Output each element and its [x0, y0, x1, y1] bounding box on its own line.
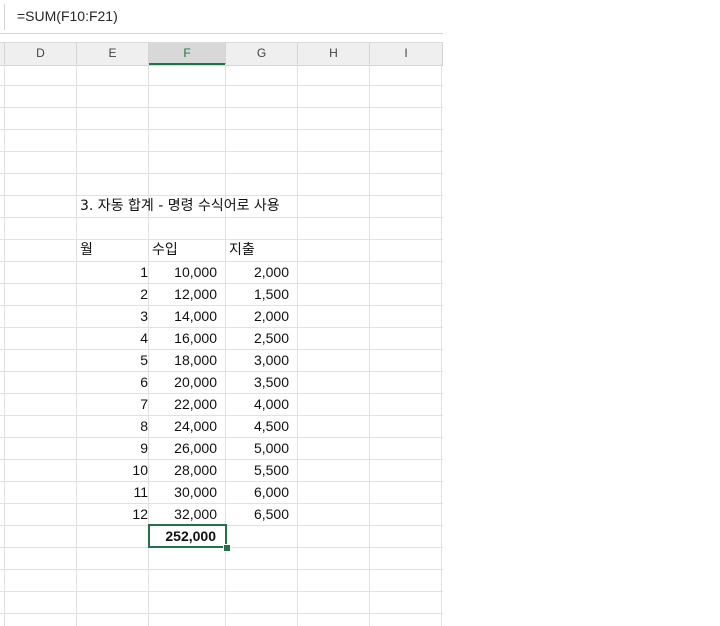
gridline: [0, 613, 443, 614]
column-header-e[interactable]: E: [77, 43, 149, 65]
month-cell[interactable]: 5: [76, 349, 156, 371]
gridline: [0, 107, 443, 108]
expense-cell[interactable]: 4,500: [225, 415, 297, 437]
fill-handle[interactable]: [223, 544, 231, 552]
income-cell[interactable]: 24,000: [148, 415, 225, 437]
gridline: [0, 217, 443, 218]
month-cell[interactable]: 11: [76, 481, 156, 503]
month-header-cell[interactable]: 월: [76, 239, 148, 261]
month-cell[interactable]: 7: [76, 393, 156, 415]
month-cell[interactable]: 6: [76, 371, 156, 393]
column-header-h[interactable]: H: [298, 43, 370, 65]
formula-bar[interactable]: =SUM(F10:F21): [0, 0, 443, 34]
expense-header-cell[interactable]: 지출: [225, 239, 297, 261]
income-cell[interactable]: 28,000: [148, 459, 225, 481]
income-cell[interactable]: 18,000: [148, 349, 225, 371]
formula-text[interactable]: =SUM(F10:F21): [17, 8, 118, 24]
income-cell[interactable]: 10,000: [148, 261, 225, 283]
expense-cell[interactable]: 5,500: [225, 459, 297, 481]
gridline: [0, 129, 443, 130]
total-sum-cell[interactable]: 252,000: [148, 525, 225, 547]
expense-cell[interactable]: 6,500: [225, 503, 297, 525]
month-cell[interactable]: 12: [76, 503, 156, 525]
gridline: [0, 151, 443, 152]
month-cell[interactable]: 4: [76, 327, 156, 349]
income-cell[interactable]: 12,000: [148, 283, 225, 305]
gridline: [369, 64, 370, 626]
blank-area: [443, 0, 720, 626]
column-header-f[interactable]: F: [149, 43, 226, 65]
expense-cell[interactable]: 4,000: [225, 393, 297, 415]
income-header-cell[interactable]: 수입: [148, 239, 225, 261]
expense-cell[interactable]: 2,500: [225, 327, 297, 349]
expense-cell[interactable]: 1,500: [225, 283, 297, 305]
gridline: [0, 85, 443, 86]
gridline: [297, 64, 298, 626]
column-header-i[interactable]: I: [370, 43, 443, 65]
gridline: [0, 591, 443, 592]
column-header-g[interactable]: G: [226, 43, 298, 65]
gridline: [441, 64, 442, 626]
income-cell[interactable]: 14,000: [148, 305, 225, 327]
month-cell[interactable]: 8: [76, 415, 156, 437]
column-header-d[interactable]: D: [5, 43, 77, 65]
income-cell[interactable]: 30,000: [148, 481, 225, 503]
income-cell[interactable]: 26,000: [148, 437, 225, 459]
income-cell[interactable]: 16,000: [148, 327, 225, 349]
gridline: [0, 569, 443, 570]
sheet-title-cell[interactable]: 3. 자동 합계 - 명령 수식어로 사용: [76, 195, 336, 217]
income-cell[interactable]: 22,000: [148, 393, 225, 415]
expense-cell[interactable]: 3,500: [225, 371, 297, 393]
income-cell[interactable]: 20,000: [148, 371, 225, 393]
month-cell[interactable]: 10: [76, 459, 156, 481]
spreadsheet-area: =SUM(F10:F21) D E F G H I 3. 자동 합계 - 명령 …: [0, 0, 443, 626]
income-cell[interactable]: 32,000: [148, 503, 225, 525]
month-cell[interactable]: 3: [76, 305, 156, 327]
gridline: [0, 173, 443, 174]
column-header-row: D E F G H I: [0, 42, 443, 66]
month-cell[interactable]: 2: [76, 283, 156, 305]
gridline: [4, 64, 5, 626]
expense-cell[interactable]: 6,000: [225, 481, 297, 503]
expense-cell[interactable]: 5,000: [225, 437, 297, 459]
expense-cell[interactable]: 2,000: [225, 261, 297, 283]
month-cell[interactable]: 9: [76, 437, 156, 459]
expense-cell[interactable]: 2,000: [225, 305, 297, 327]
expense-cell[interactable]: 3,000: [225, 349, 297, 371]
month-cell[interactable]: 1: [76, 261, 156, 283]
formula-bar-divider: [4, 4, 5, 30]
